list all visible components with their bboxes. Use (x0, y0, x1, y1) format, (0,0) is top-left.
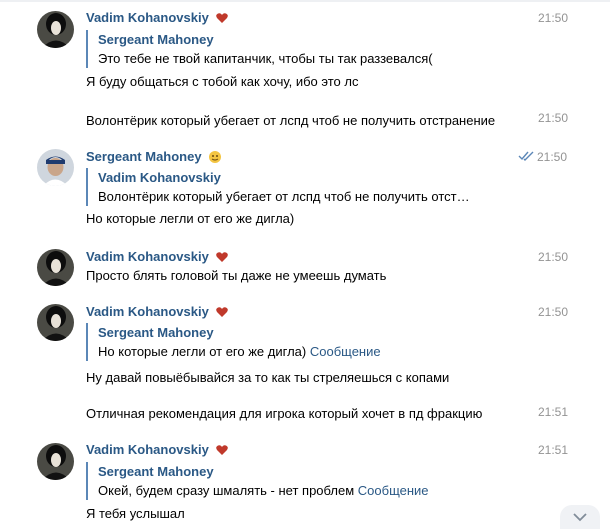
message-author[interactable]: Sergeant Mahoney (86, 149, 222, 164)
message-text: Просто блять головой ты даже не умеешь д… (86, 268, 387, 283)
emoji-icon (208, 150, 222, 164)
quote-text: Волонтёрик который убегает от лспд чтоб … (98, 189, 470, 204)
message-text: Я буду общаться с тобой как хочу, ибо эт… (86, 74, 359, 89)
message-author[interactable]: Vadim Kohanovskiy (86, 442, 229, 457)
message-time[interactable]: 21:50 (538, 111, 568, 125)
quote-author[interactable]: Sergeant Mahoney (98, 30, 433, 49)
quote-text-row: Но которые легли от его же дигла) Сообще… (98, 342, 381, 361)
quote-link[interactable]: Сообщение (358, 483, 429, 498)
message-time[interactable]: 21:50 (538, 11, 568, 25)
author-name[interactable]: Vadim Kohanovskiy (86, 249, 209, 264)
avatar-vadim[interactable] (37, 249, 74, 286)
double-check-icon (518, 150, 534, 164)
message-text: Волонтёрик который убегает от лспд чтоб … (86, 113, 496, 128)
reply-quote[interactable]: Sergeant Mahoney Это тебе не твой капита… (86, 30, 433, 68)
quote-text: Но которые легли от его же дигла) (98, 344, 307, 359)
avatar-vadim[interactable] (37, 443, 74, 480)
reply-quote[interactable]: Sergeant Mahoney Окей, будем сразу шмаля… (86, 462, 429, 500)
heart-emoji-icon (215, 305, 229, 319)
message-time[interactable]: 21:51 (538, 405, 568, 419)
message-text: Отличная рекомендация для игрока который… (86, 406, 483, 421)
quote-link[interactable]: Сообщение (310, 344, 381, 359)
quote-text: Это тебе не твой капитанчик, чтобы ты та… (98, 51, 433, 66)
message-text: Я тебя услышал (86, 506, 185, 521)
time-label: 21:50 (537, 150, 568, 164)
message-author[interactable]: Vadim Kohanovskiy (86, 249, 229, 264)
author-name[interactable]: Vadim Kohanovskiy (86, 442, 209, 457)
chevron-down-icon (573, 510, 587, 525)
reply-quote[interactable]: Sergeant Mahoney Но которые легли от его… (86, 323, 381, 361)
heart-emoji-icon (215, 443, 229, 457)
quote-author[interactable]: Vadim Kohanovskiy (98, 168, 470, 187)
message-time[interactable]: 21:50 (538, 305, 568, 319)
quote-author[interactable]: Sergeant Mahoney (98, 462, 429, 481)
message-text: Но которые легли от его же дигла) (86, 211, 295, 226)
message-text: Ну давай повыёбывайся за то как ты стрел… (86, 370, 450, 385)
message-author[interactable]: Vadim Kohanovskiy (86, 10, 229, 25)
message-time[interactable]: 21:51 (538, 443, 568, 457)
avatar-vadim[interactable] (37, 11, 74, 48)
author-name[interactable]: Sergeant Mahoney (86, 149, 202, 164)
avatar-vadim[interactable] (37, 304, 74, 341)
author-name[interactable]: Vadim Kohanovskiy (86, 304, 209, 319)
message-time[interactable]: 21:50 (518, 150, 567, 164)
author-name[interactable]: Vadim Kohanovskiy (86, 10, 209, 25)
message-author[interactable]: Vadim Kohanovskiy (86, 304, 229, 319)
top-edge (0, 0, 610, 2)
quote-text: Окей, будем сразу шмалять - нет проблем (98, 483, 355, 498)
quote-author[interactable]: Sergeant Mahoney (98, 323, 381, 342)
avatar-sergeant[interactable] (37, 149, 74, 186)
heart-emoji-icon (215, 250, 229, 264)
message-time[interactable]: 21:50 (538, 250, 568, 264)
reply-quote[interactable]: Vadim Kohanovskiy Волонтёрик который убе… (86, 168, 470, 206)
quote-text-row: Окей, будем сразу шмалять - нет проблем … (98, 481, 429, 500)
scroll-down-button[interactable] (560, 505, 600, 529)
heart-emoji-icon (215, 11, 229, 25)
